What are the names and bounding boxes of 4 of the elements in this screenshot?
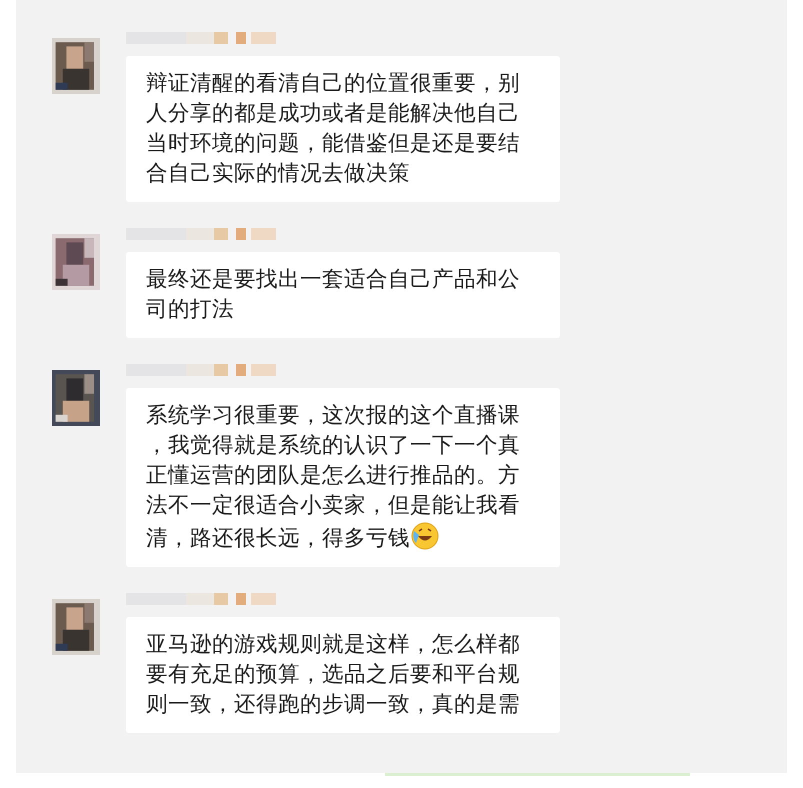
message-text: 系统学习很重要，这次报的这个直播课，我觉得就是系统的认识了一下一个真正懂运营的团队是怎么进行推品的。方法不一定很适合小卖家，但是能让我看清，路还很长远，得多亏钱: [146, 403, 520, 551]
message-text: 亚马逊的游戏规则就是这样，怎么样都要有充足的预算，选品之后要和平台规则一致，还得跑的步调一致，真的是需: [146, 632, 520, 717]
message-text: 最终还是要找出一套适合自己产品和公司的打法: [146, 267, 520, 322]
message-text: 辩证清醒的看清自己的位置很重要，别人分享的都是成功或者是能解决他自己当时环境的问题，能借鉴但是还是要结合自己实际的情况去做决策: [146, 71, 520, 186]
